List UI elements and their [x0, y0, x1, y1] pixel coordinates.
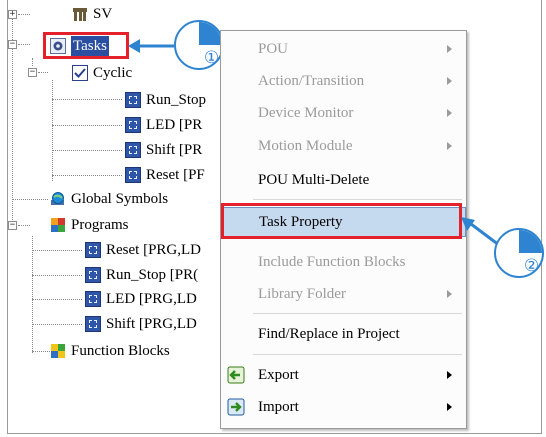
- collapse-toggle[interactable]: −: [28, 68, 37, 77]
- callout-fill: [519, 230, 542, 253]
- pou-icon: [125, 167, 141, 183]
- menu-item-import[interactable]: Import: [221, 393, 466, 421]
- tree-node-label: Global Symbols: [71, 191, 169, 207]
- tree-line: [12, 199, 48, 200]
- import-icon: [227, 398, 245, 421]
- tree-node-task-item[interactable]: LED [PR: [125, 114, 202, 136]
- expand-toggle[interactable]: +: [8, 10, 17, 19]
- tree-node-programs[interactable]: Programs: [50, 214, 129, 236]
- function-blocks-icon: [50, 343, 66, 359]
- menu-item-device-monitor[interactable]: Device Monitor: [221, 99, 466, 127]
- menu-separator: [253, 199, 462, 200]
- pou-icon: [125, 92, 141, 108]
- tree-line: [52, 99, 122, 100]
- tree-node-task-item[interactable]: Reset [PF: [125, 164, 205, 186]
- collapse-toggle[interactable]: −: [8, 40, 17, 49]
- tree-node-cyclic[interactable]: Cyclic: [72, 62, 132, 84]
- callout-fill: [199, 22, 222, 45]
- task-property-highlight-box: [221, 203, 462, 239]
- pou-icon: [85, 242, 101, 258]
- menu-item-motion-module[interactable]: Motion Module: [221, 132, 466, 160]
- tree-line: [32, 275, 82, 276]
- menu-item-find-replace[interactable]: Find/Replace in Project: [221, 320, 466, 348]
- tree-node-label: Reset [PF: [146, 167, 205, 183]
- tree-node-label: Run_Stop [PR(: [106, 267, 199, 283]
- tree-line: [18, 14, 30, 15]
- menu-item-label: Motion Module: [258, 137, 353, 154]
- tree-node-label: LED [PRG,LD: [106, 291, 197, 307]
- tree-line: [52, 150, 122, 151]
- tree-node-global-symbols[interactable]: Global Symbols: [50, 188, 168, 210]
- menu-separator: [253, 354, 462, 355]
- submenu-arrow-icon: [447, 290, 452, 298]
- menu-item-pou-multi-delete[interactable]: POU Multi-Delete: [221, 166, 466, 194]
- menu-item-export[interactable]: Export: [221, 361, 466, 389]
- menu-item-label: POU Multi-Delete: [258, 171, 370, 188]
- menu-item-label: Include Function Blocks: [258, 253, 406, 270]
- submenu-arrow-icon: [447, 77, 452, 85]
- tree-node-sv[interactable]: SV: [72, 3, 112, 25]
- menu-item-label: POU: [258, 40, 289, 57]
- globe-icon: [50, 191, 66, 207]
- submenu-arrow-icon: [447, 109, 452, 117]
- tree-node-program-item[interactable]: Reset [PRG,LD: [85, 239, 201, 261]
- menu-item-include-function-blocks[interactable]: Include Function Blocks: [221, 248, 466, 276]
- tree-node-program-item[interactable]: Run_Stop [PR(: [85, 264, 198, 286]
- menu-item-label: Device Monitor: [258, 104, 354, 121]
- pou-icon: [85, 267, 101, 283]
- tree-line: [32, 324, 82, 325]
- tree-node-label: Reset [PRG,LD: [106, 242, 201, 258]
- step-1-callout: ①: [174, 20, 224, 70]
- tree-node-program-item[interactable]: Shift [PRG,LD: [85, 313, 197, 335]
- pou-icon: [125, 142, 141, 158]
- tree-node-task-item[interactable]: Shift [PR: [125, 139, 202, 161]
- submenu-arrow-icon: [447, 371, 452, 379]
- step-number: ②: [523, 255, 540, 276]
- collapse-toggle[interactable]: −: [8, 221, 17, 230]
- tree-line: [52, 175, 122, 176]
- tree-line: [52, 80, 53, 181]
- tree-line: [32, 236, 33, 353]
- tree-node-label: SV: [93, 6, 113, 22]
- tree-node-label: Programs: [71, 217, 129, 233]
- menu-separator: [253, 313, 462, 314]
- tree-line: [18, 44, 30, 45]
- submenu-arrow-icon: [447, 403, 452, 411]
- tree-node-task-item[interactable]: Run_Stop: [125, 89, 206, 111]
- tree-node-label: LED [PR: [146, 117, 203, 133]
- tree-line: [32, 299, 82, 300]
- tree-line: [18, 225, 30, 226]
- programs-icon: [50, 217, 66, 233]
- pou-icon: [85, 316, 101, 332]
- sv-icon: [72, 6, 88, 22]
- tree-node-label: Shift [PR: [146, 142, 203, 158]
- pou-icon: [125, 117, 141, 133]
- submenu-arrow-icon: [447, 142, 452, 150]
- step-2-callout: ②: [494, 228, 544, 278]
- tree-node-label: Run_Stop: [146, 92, 207, 108]
- tree-node-label: Function Blocks: [71, 343, 170, 359]
- tree-line: [38, 72, 48, 73]
- menu-item-label: Library Folder: [258, 285, 346, 302]
- callout-arrow-1: [128, 39, 174, 53]
- tree-node-label: Cyclic: [93, 65, 133, 81]
- menu-item-label: Export: [258, 366, 299, 383]
- menu-item-library-folder[interactable]: Library Folder: [221, 280, 466, 308]
- menu-item-label: Action/Transition: [258, 72, 365, 89]
- tree-line: [32, 58, 33, 66]
- tree-node-label: Shift [PRG,LD: [106, 316, 197, 332]
- tree-line: [32, 250, 82, 251]
- tree-line: [52, 125, 122, 126]
- menu-item-action-transition[interactable]: Action/Transition: [221, 67, 466, 95]
- tree-node-function-blocks[interactable]: Function Blocks: [50, 340, 170, 362]
- checkbox-icon: [72, 65, 88, 81]
- menu-item-pou[interactable]: POU: [221, 35, 466, 63]
- pou-icon: [85, 291, 101, 307]
- submenu-arrow-icon: [447, 45, 452, 53]
- tree-node-program-item[interactable]: LED [PRG,LD: [85, 288, 197, 310]
- menu-item-label: Find/Replace in Project: [258, 325, 400, 342]
- menu-item-label: Import: [258, 398, 299, 415]
- tasks-highlight-box: [43, 32, 129, 59]
- export-icon: [227, 366, 245, 389]
